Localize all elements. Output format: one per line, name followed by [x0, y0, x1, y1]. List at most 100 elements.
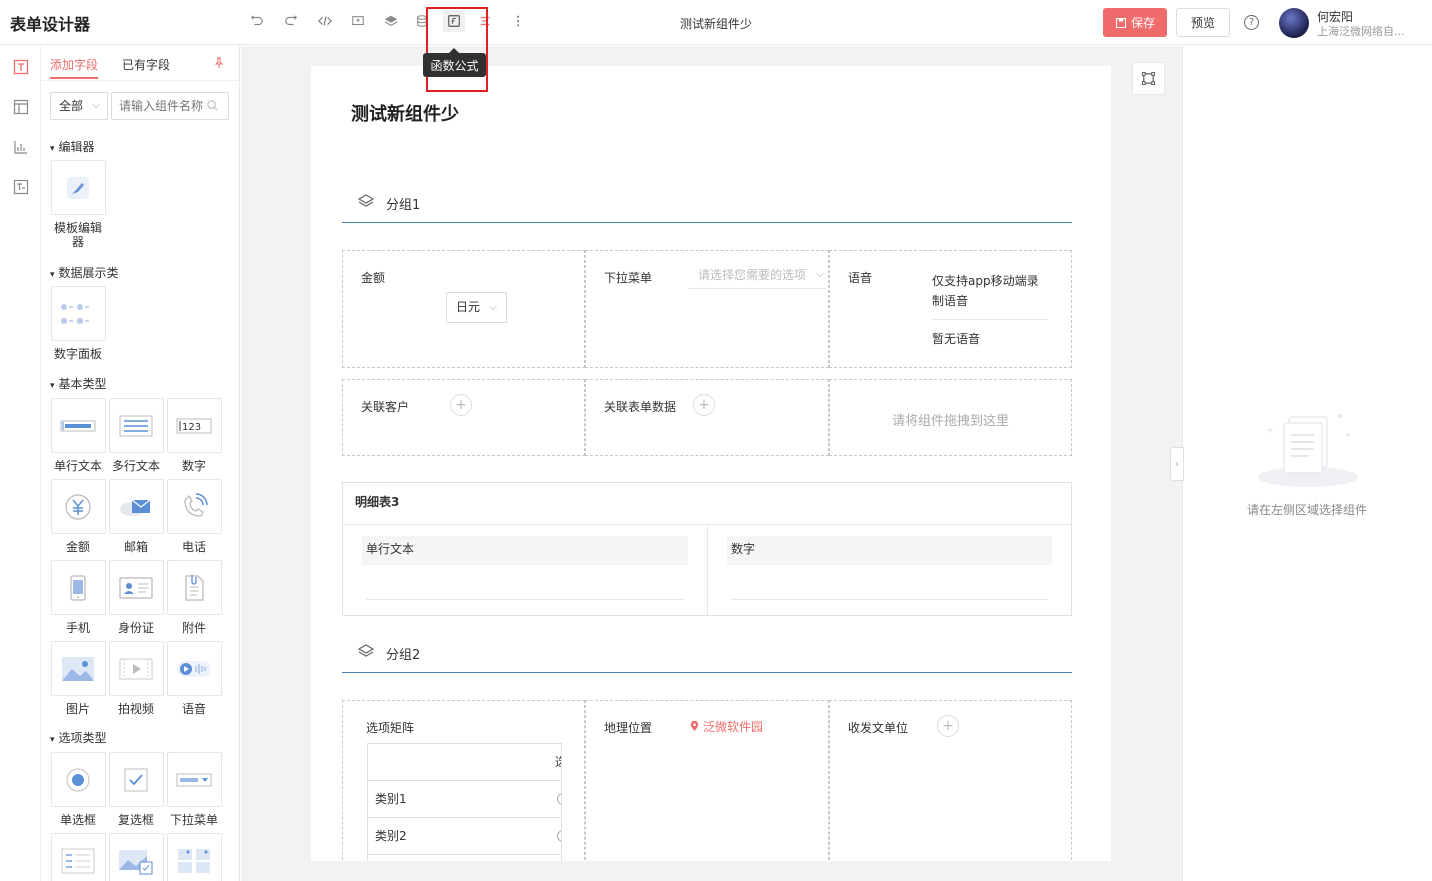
- divider: [366, 599, 684, 600]
- component-id-card[interactable]: 身份证: [108, 560, 164, 635]
- category-option[interactable]: 选项类型: [50, 729, 107, 746]
- divider: [731, 599, 1048, 600]
- component-single-text[interactable]: 单行文本: [50, 398, 106, 473]
- component-dropdown[interactable]: 下拉菜单: [166, 752, 222, 827]
- group-header-2[interactable]: 分组2: [342, 631, 1072, 673]
- form-name: 测试新组件少: [680, 17, 753, 31]
- template-icon[interactable]: [12, 178, 29, 195]
- form-title[interactable]: 测试新组件少: [351, 100, 459, 126]
- detail-table-title: 明细表3: [355, 495, 400, 509]
- currency-unit-value: 日元: [456, 300, 481, 314]
- divider: [41, 80, 239, 81]
- category-basic[interactable]: 基本类型: [50, 375, 107, 392]
- avatar[interactable]: [1279, 8, 1309, 38]
- component-list[interactable]: [50, 833, 106, 881]
- redo-icon[interactable]: [280, 10, 302, 32]
- detail-column-single-text[interactable]: 单行文本: [362, 536, 688, 565]
- field-label: 收发文单位: [848, 721, 909, 735]
- matrix-header-cell: 选: [555, 744, 561, 780]
- style-icon[interactable]: [347, 10, 369, 32]
- component-video[interactable]: 拍视频: [108, 641, 164, 716]
- image-grid-icon: [178, 848, 210, 873]
- preview-button[interactable]: 预览: [1176, 8, 1230, 37]
- text-field-icon[interactable]: [12, 58, 29, 75]
- number-panel-icon: [61, 303, 89, 324]
- group-header-1[interactable]: 分组1: [342, 181, 1072, 223]
- currency-unit-select[interactable]: 日元 ⌵: [446, 292, 507, 323]
- matrix-row: 类别2: [368, 818, 561, 855]
- collapse-handle[interactable]: ›: [1170, 447, 1184, 481]
- component-amount[interactable]: 金额: [50, 479, 106, 554]
- category-filter-value: 全部: [59, 99, 84, 113]
- component-label: 手机: [65, 621, 90, 635]
- component-image-select[interactable]: [108, 833, 164, 881]
- divider: [707, 525, 708, 615]
- plus-icon[interactable]: +: [450, 394, 472, 416]
- chevron-down-icon: ⌵: [489, 302, 497, 313]
- search-icon[interactable]: [206, 99, 219, 112]
- save-button[interactable]: 保存: [1103, 8, 1167, 37]
- more-icon[interactable]: [507, 10, 529, 32]
- field-voice[interactable]: 语音 仅支持app移动端录制语音 暂无语音: [829, 250, 1072, 368]
- field-option-matrix[interactable]: 选项矩阵 选 类别1 类别2: [342, 700, 585, 861]
- tab-existing-field[interactable]: 已有字段: [122, 56, 170, 73]
- field-label: 选项矩阵: [366, 721, 415, 735]
- field-amount[interactable]: 金额 日元 ⌵: [342, 250, 585, 368]
- svg-text:123: 123: [182, 422, 201, 433]
- component-checkbox[interactable]: 复选框: [108, 752, 164, 827]
- component-image[interactable]: 图片: [50, 641, 106, 716]
- component-label: 数字面板: [53, 347, 102, 361]
- pin-icon[interactable]: [213, 57, 225, 69]
- component-number[interactable]: 123 数字: [166, 398, 222, 473]
- component-radio[interactable]: 单选框: [50, 752, 106, 827]
- radio-button[interactable]: [557, 830, 561, 842]
- geo-location-value[interactable]: 泛微软件园: [690, 718, 763, 735]
- plus-icon[interactable]: +: [937, 715, 959, 737]
- dropdown-placeholder[interactable]: 请选择您需要的选项 ⌵: [688, 265, 826, 289]
- field-geo-location[interactable]: 地理位置 泛微软件园: [585, 700, 829, 861]
- mail-icon: [120, 499, 151, 516]
- component-phone[interactable]: 电话: [166, 479, 222, 554]
- category-filter-select[interactable]: 全部 ⌵: [50, 92, 108, 120]
- canvas-frame-tool[interactable]: [1132, 62, 1165, 95]
- component-number-panel[interactable]: 数字面板: [50, 286, 106, 361]
- attachment-icon: [185, 574, 204, 601]
- mobile-icon: [70, 574, 86, 601]
- chart-icon[interactable]: [12, 138, 29, 155]
- component-voice[interactable]: 语音: [166, 641, 222, 716]
- voice-icon: [177, 660, 211, 677]
- phone-icon: [184, 492, 208, 517]
- single-text-icon: [60, 420, 96, 431]
- component-label: 数字: [181, 459, 206, 473]
- field-dropdown[interactable]: 下拉菜单 请选择您需要的选项 ⌵: [585, 250, 829, 368]
- top-bar: 表单设计器 测试新组件少 保存 预览 ? 何宏阳 上海泛微网络自...: [0, 0, 1432, 45]
- category-display[interactable]: 数据展示类: [50, 264, 119, 281]
- field-doc-unit[interactable]: 收发文单位 +: [829, 700, 1072, 861]
- undo-icon[interactable]: [246, 10, 268, 32]
- image-select-icon: [119, 849, 153, 874]
- component-mobile[interactable]: 手机: [50, 560, 106, 635]
- yen-icon: [65, 493, 91, 520]
- help-icon[interactable]: ?: [1244, 15, 1259, 30]
- radio-button[interactable]: [557, 793, 561, 805]
- component-email[interactable]: 邮箱: [108, 479, 164, 554]
- field-label: 金额: [361, 271, 386, 285]
- layers-icon[interactable]: [380, 10, 402, 32]
- component-image-grid[interactable]: [166, 833, 222, 881]
- radio-icon: [66, 767, 90, 792]
- detail-table[interactable]: 明细表3 单行文本 数字: [342, 482, 1072, 616]
- category-editor[interactable]: 编辑器: [50, 138, 95, 155]
- code-icon[interactable]: [314, 10, 336, 32]
- field-related-form[interactable]: 关联表单数据 +: [585, 379, 829, 456]
- layout-icon[interactable]: [12, 98, 29, 115]
- component-label: 图片: [65, 702, 90, 716]
- drop-zone[interactable]: 请将组件拖拽到这里: [829, 379, 1072, 456]
- field-label: 地理位置: [604, 721, 653, 735]
- detail-column-number[interactable]: 数字: [727, 536, 1052, 565]
- field-related-customer[interactable]: 关联客户 +: [342, 379, 585, 456]
- tab-add-field[interactable]: 添加字段: [50, 56, 98, 73]
- plus-icon[interactable]: +: [693, 394, 715, 416]
- component-multi-text[interactable]: 多行文本: [108, 398, 164, 473]
- component-template-editor[interactable]: 模板编辑器: [50, 160, 106, 249]
- component-attachment[interactable]: 附件: [166, 560, 222, 635]
